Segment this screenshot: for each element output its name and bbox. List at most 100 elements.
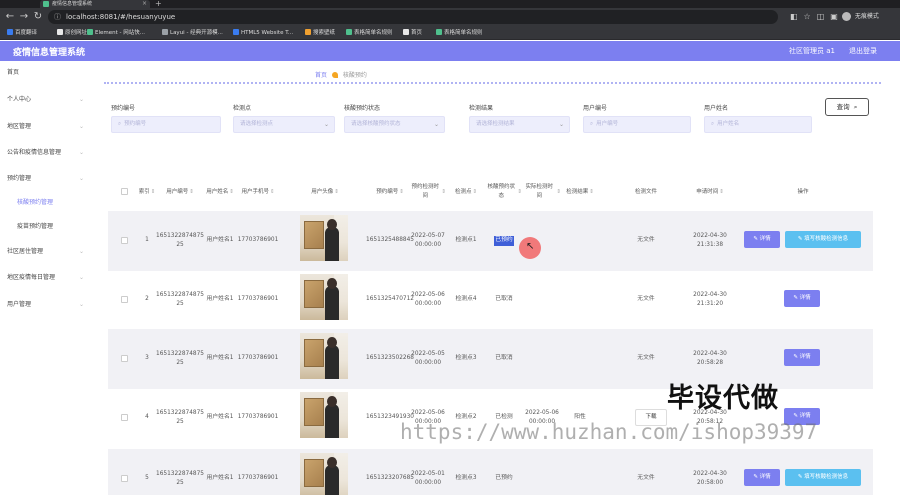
cell-index: 4 [136,388,158,448]
bookmark-item[interactable]: 百度翻译 [7,29,37,38]
search-select[interactable]: 请选择核酸预约状态 ⌄ [344,116,445,133]
column-header[interactable]: 预约检测时间 ⇕ [410,175,446,209]
cell-value: 2022-04-30 20:58:00 [693,470,727,487]
cell-user-no: 1651322874875 25 [156,270,204,330]
cell-user-no: 1651322874875 25 [156,211,204,271]
column-header[interactable]: 实际检测时间 ⇕ [523,175,561,209]
detail-button[interactable]: ✎ 详情 [744,469,780,486]
column-header-label: 预约编号 [376,188,399,195]
cell-actual-time [523,449,561,495]
chevron-down-icon: ⌄ [78,149,84,156]
new-tab-icon[interactable]: + [155,0,162,8]
cell-value: 用户姓名1 [206,475,234,482]
cell-value: 1651322874875 25 [156,470,204,487]
select-all-checkbox[interactable] [121,188,128,195]
column-header-label: 用户头像 [311,188,334,195]
logout-link[interactable]: 退出登录 [849,46,877,56]
cell-phone: 17703786901 [237,388,279,448]
row-checkbox[interactable] [121,355,128,362]
column-header[interactable]: 预约编号 ⇕ [371,175,409,209]
cell-index: 3 [136,329,158,389]
column-header[interactable]: 用户手机号 ⇕ [240,175,276,209]
avatar-image-part [327,337,337,348]
sort-icon: ⇕ [189,188,194,195]
bookmark-item[interactable]: Layui - 经典开源模... [162,29,223,38]
row-checkbox[interactable] [121,414,128,421]
sidebar-item[interactable]: 公告和疫情信息管理 ⌄ [0,144,92,162]
profile-button[interactable]: 无痕模式 [842,11,879,23]
sidebar-item[interactable]: 个人中心 ⌄ [0,91,92,109]
search-label: 核酸预约状态 [344,105,381,112]
bookmark-item[interactable]: HTML5 Website T... [233,29,293,38]
row-checkbox[interactable] [121,475,128,482]
column-header[interactable]: 检测文件 [615,175,677,209]
bookmark-item[interactable]: Element - 网站快... [87,29,145,38]
bookmark-item[interactable]: 表格简单名规则 [346,29,393,38]
search-input[interactable]: ⌕ 用户编号 [583,116,691,133]
sidebar-item[interactable]: 社区居住管理 ⌄ [0,243,92,261]
column-header[interactable]: 索引 ⇕ [136,175,158,209]
chevron-down-icon: ⌄ [78,96,84,103]
search-placeholder: 请选择核酸预约状态 [351,121,401,127]
cell-user-no: 1651322874875 25 [156,449,204,495]
detail-button[interactable]: ✎ 详情 [784,349,820,366]
column-header[interactable]: 核酸预约状态 ⇕ [486,175,522,209]
detail-button[interactable]: ✎ 详情 [784,290,820,307]
column-header[interactable]: 用户编号 ⇕ [160,175,200,209]
search-select[interactable]: 请选择检测结果 ⌄ [469,116,570,133]
table-row[interactable]: 2 1651322874875 25 用户姓名1 17703786901 1651325… [108,270,873,330]
column-header-label: 核酸预约状态 [487,184,515,199]
breadcrumb-home[interactable]: 首页 [315,72,327,79]
bookmark-item[interactable]: 表格简单名规则 [436,29,483,38]
url-input[interactable]: ⓘ localhost:8081/#/hesuanyuyue [48,10,778,24]
cell-value: 已预约 [494,236,514,246]
cell-site: 检测点3 [448,329,484,389]
column-header-label: 用户姓名 [206,188,229,195]
table-row[interactable]: 5 1651322874875 25 用户姓名1 17703786901 1651323… [108,449,873,495]
detail-button-label: 详情 [799,354,811,360]
reload-icon[interactable]: ↻ [32,11,44,23]
cell-value: 检测点3 [455,475,477,482]
sidebar-item[interactable]: 用户管理 ⌄ [0,296,92,314]
column-header[interactable]: 用户头像 ⇕ [280,175,370,209]
bookmark-item[interactable]: 原创网址 [57,29,87,38]
bookmark-item[interactable]: 搜索壁纸 [305,29,335,38]
search-button[interactable]: 查询 ⌕ [825,98,869,116]
cell-value: 1651323207685 [366,475,414,482]
column-header[interactable]: 检测点 ⇕ [448,175,484,209]
column-header[interactable]: 检测结果 ⇕ [562,175,598,209]
cell-value: 17703786901 [237,296,279,303]
extension-icons[interactable]: ◧☆◫▣ [790,12,844,21]
sidebar-item[interactable]: 核酸预约管理 [0,194,92,212]
row-checkbox[interactable] [121,237,128,244]
fill-test-info-button[interactable]: ✎ 填写核酸检测信息 [785,231,861,248]
search-input[interactable]: ⌕ 用户姓名 [704,116,812,133]
cell-apply-time: 2022-04-30 21:31:20 [692,270,728,330]
sidebar-item[interactable]: 预约管理 ⌄ [0,170,92,188]
fill-test-info-button[interactable]: ✎ 填写核酸检测信息 [785,469,861,486]
bookmark-item[interactable]: 首页 [403,29,422,38]
cell-value: 2022-05-06 00:00:00 [411,291,445,308]
table-row[interactable]: 1 1651322874875 25 用户姓名1 17703786901 1651325… [108,211,873,271]
sidebar-item[interactable]: 地区管理 ⌄ [0,118,92,136]
search-select[interactable]: 请选择检测点 ⌄ [233,116,335,133]
back-icon[interactable]: ← [4,11,16,23]
close-icon[interactable]: × [142,0,147,8]
forward-icon[interactable]: → [18,11,30,23]
sidebar-item[interactable]: 地区疫情每日管理 ⌄ [0,269,92,287]
cell-value: 17703786901 [237,414,279,421]
sort-icon: ⇕ [589,188,594,195]
sidebar-item[interactable]: 疫苗预约管理 [0,218,92,236]
sidebar-item[interactable]: 首页 [0,64,92,82]
column-header[interactable]: 操作 [738,175,868,209]
detail-button[interactable]: ✎ 详情 [744,231,780,248]
row-checkbox[interactable] [121,296,128,303]
column-header[interactable]: 申请时间 ⇕ [692,175,728,209]
cell-order-no: 1651323502268 [366,329,414,389]
browser-tab[interactable]: 疫情信息管理系统 × [40,0,150,8]
cell-status: 已取消 [486,270,522,330]
avatar-image-part [304,398,324,426]
column-header[interactable]: 用户姓名 ⇕ [202,175,238,209]
search-input[interactable]: ⌕ 预约编号 [111,116,221,133]
breadcrumb-separator-icon [331,72,338,78]
